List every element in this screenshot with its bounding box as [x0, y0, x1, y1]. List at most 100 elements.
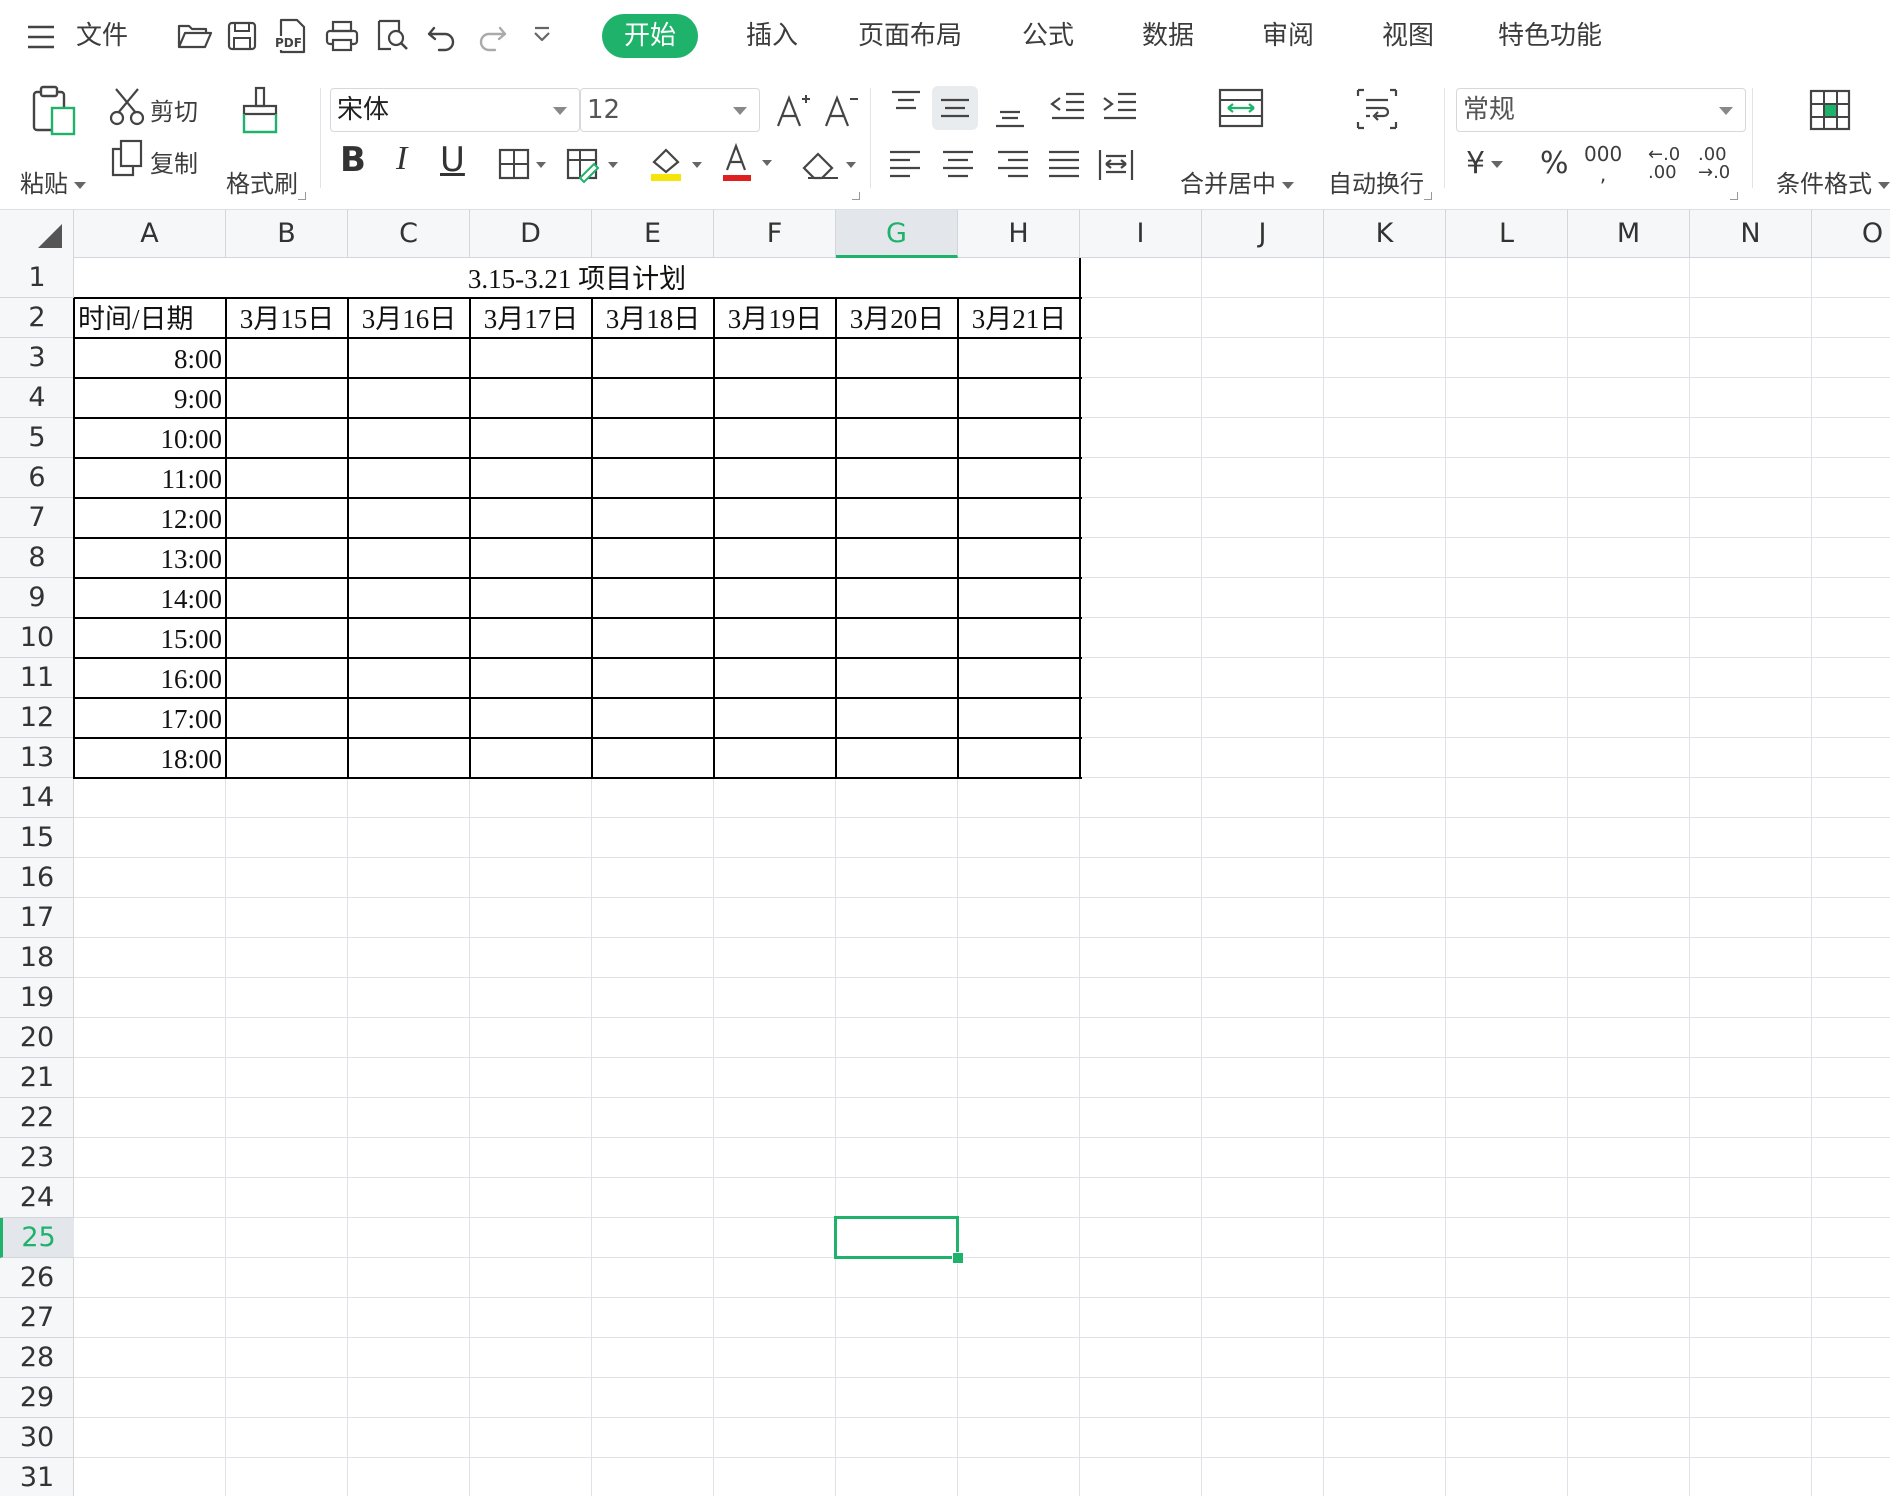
sheet-title-cell[interactable]: 3.15-3.21 项目计划 [78, 258, 1076, 298]
tab-page-layout[interactable]: 页面布局 [850, 14, 970, 58]
fill-handle[interactable] [952, 1252, 964, 1264]
undo-icon[interactable] [422, 16, 462, 56]
align-top-icon[interactable] [886, 86, 926, 130]
row-header-7[interactable]: 7 [0, 498, 74, 538]
time-slot-cell[interactable]: 11:00 [78, 458, 223, 498]
time-slot-cell[interactable]: 14:00 [78, 578, 222, 618]
thousands-separator-button[interactable]: 000, [1584, 144, 1622, 184]
clipboard-group-launcher-icon[interactable] [298, 192, 306, 200]
align-right-icon[interactable] [992, 146, 1032, 190]
print-icon[interactable] [322, 16, 362, 56]
column-header-o[interactable]: O [1812, 210, 1890, 258]
print-preview-icon[interactable] [372, 16, 412, 56]
distributed-align-icon[interactable] [1096, 146, 1136, 190]
hamburger-menu-icon[interactable] [26, 24, 56, 50]
number-group-launcher-icon[interactable] [1730, 192, 1738, 200]
row-header-31[interactable]: 31 [0, 1458, 74, 1496]
row-header-6[interactable]: 6 [0, 458, 74, 498]
currency-dropdown-icon[interactable] [1491, 161, 1504, 168]
header-date-cell[interactable]: 3月16日 [352, 298, 466, 338]
row-header-3[interactable]: 3 [0, 338, 74, 378]
header-date-cell[interactable]: 3月15日 [230, 298, 344, 338]
number-format-dropdown-icon[interactable] [1719, 107, 1733, 115]
header-date-cell[interactable]: 3月19日 [718, 298, 832, 338]
italic-button[interactable]: I [396, 140, 407, 178]
row-header-11[interactable]: 11 [0, 658, 74, 698]
time-slot-cell[interactable]: 9:00 [78, 378, 222, 418]
row-header-23[interactable]: 23 [0, 1138, 74, 1178]
row-header-28[interactable]: 28 [0, 1338, 74, 1378]
cells-area[interactable]: 3.15-3.21 项目计划 时间/日期 3月15日 3月16日 3月17日 3月18日 3… [73, 258, 1890, 1496]
row-header-27[interactable]: 27 [0, 1298, 74, 1338]
time-slot-cell[interactable]: 17:00 [78, 698, 222, 738]
wrap-text-button[interactable]: 自动换行 [1322, 84, 1432, 198]
header-date-cell[interactable]: 3月17日 [474, 298, 588, 338]
decrease-indent-icon[interactable] [1048, 88, 1088, 132]
row-header-17[interactable]: 17 [0, 898, 74, 938]
font-color-icon[interactable] [720, 142, 778, 188]
column-header-a[interactable]: A [74, 210, 226, 258]
bold-button[interactable]: B [340, 140, 366, 180]
row-header-22[interactable]: 22 [0, 1098, 74, 1138]
header-date-cell[interactable]: 3月20日 [840, 298, 954, 338]
row-header-10[interactable]: 10 [0, 618, 74, 658]
row-header-12[interactable]: 12 [0, 698, 74, 738]
time-slot-cell[interactable]: 10:00 [78, 418, 222, 458]
tab-review[interactable]: 审阅 [1248, 14, 1328, 58]
borders-icon[interactable] [498, 146, 548, 186]
column-header-i[interactable]: I [1080, 210, 1202, 258]
decrease-font-size-icon[interactable] [822, 90, 862, 134]
merge-center-button[interactable]: 合并居中 [1176, 84, 1306, 198]
row-header-19[interactable]: 19 [0, 978, 74, 1018]
time-slot-cell[interactable]: 15:00 [78, 618, 222, 658]
redo-icon[interactable] [472, 16, 512, 56]
percent-format-button[interactable]: % [1540, 146, 1569, 181]
file-menu[interactable]: 文件 [76, 14, 128, 58]
tab-data[interactable]: 数据 [1128, 14, 1208, 58]
save-icon[interactable] [222, 16, 262, 56]
spreadsheet-grid[interactable]: ABCDEFGHIJKLMNO 1 2 3 4 5 6 7 8 9 10 11 12 13 14 15 16 1… [0, 210, 1890, 1496]
copy-button[interactable]: 复制 [106, 138, 206, 182]
tab-start[interactable]: 开始 [602, 14, 698, 58]
cell-style-icon[interactable] [566, 146, 622, 188]
column-header-e[interactable]: E [592, 210, 714, 258]
row-header-25[interactable]: 25 [0, 1218, 74, 1258]
column-header-c[interactable]: C [348, 210, 470, 258]
column-header-j[interactable]: J [1202, 210, 1324, 258]
row-header-13[interactable]: 13 [0, 738, 74, 778]
align-left-icon[interactable] [886, 146, 926, 190]
align-middle-button[interactable] [932, 86, 978, 130]
header-date-cell[interactable]: 3月18日 [596, 298, 710, 338]
time-slot-cell[interactable]: 18:00 [78, 738, 222, 778]
align-bottom-icon[interactable] [990, 86, 1030, 134]
column-header-k[interactable]: K [1324, 210, 1446, 258]
column-header-f[interactable]: F [714, 210, 836, 258]
column-header-m[interactable]: M [1568, 210, 1690, 258]
row-header-26[interactable]: 26 [0, 1258, 74, 1298]
row-header-14[interactable]: 14 [0, 778, 74, 818]
column-header-n[interactable]: N [1690, 210, 1812, 258]
header-date-cell[interactable]: 3月21日 [962, 298, 1076, 338]
increase-indent-icon[interactable] [1100, 88, 1140, 132]
merge-dropdown-icon[interactable] [1282, 181, 1294, 189]
cut-button[interactable]: 剪切 [106, 86, 206, 128]
justify-icon[interactable] [1044, 146, 1084, 190]
row-header-24[interactable]: 24 [0, 1178, 74, 1218]
time-slot-cell[interactable]: 13:00 [78, 538, 222, 578]
open-folder-icon[interactable] [174, 16, 214, 56]
row-header-30[interactable]: 30 [0, 1418, 74, 1458]
pdf-export-icon[interactable]: PDF [272, 16, 312, 56]
align-center-icon[interactable] [938, 146, 978, 190]
tab-view[interactable]: 视图 [1368, 14, 1448, 58]
row-header-5[interactable]: 5 [0, 418, 74, 458]
row-header-16[interactable]: 16 [0, 858, 74, 898]
clear-format-eraser-icon[interactable] [800, 146, 862, 188]
column-header-g[interactable]: G [836, 210, 958, 258]
format-painter-button[interactable]: 格式刷 [218, 84, 308, 198]
column-header-l[interactable]: L [1446, 210, 1568, 258]
paste-button[interactable]: 粘贴 [14, 84, 92, 198]
row-header-20[interactable]: 20 [0, 1018, 74, 1058]
tab-insert[interactable]: 插入 [732, 14, 812, 58]
font-name-dropdown-icon[interactable] [553, 107, 567, 115]
select-all-corner[interactable] [0, 210, 74, 258]
